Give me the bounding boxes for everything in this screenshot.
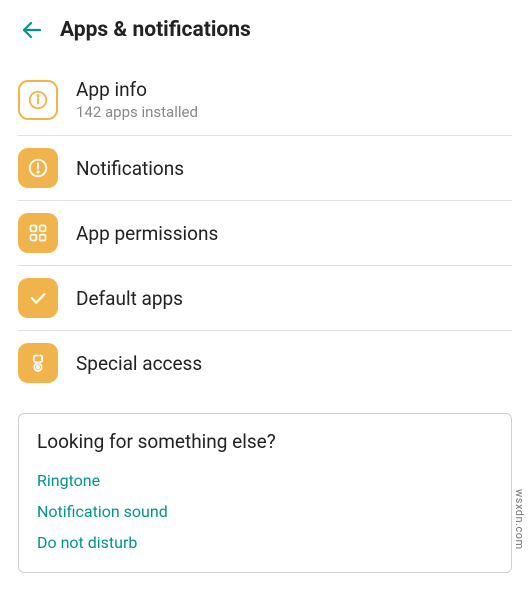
item-special-access[interactable]: Special access (0, 331, 530, 395)
item-subtitle: 142 apps installed (76, 103, 198, 121)
item-text: App info 142 apps installed (76, 78, 198, 121)
item-title: Notifications (76, 157, 184, 180)
hint-link-do-not-disturb[interactable]: Do not disturb (37, 527, 493, 558)
item-text: Notifications (76, 157, 184, 180)
item-title: App permissions (76, 222, 218, 245)
grid-icon (18, 213, 58, 253)
item-title: Special access (76, 352, 202, 375)
header: Apps & notifications (0, 0, 530, 62)
info-icon (18, 80, 58, 120)
alert-icon (18, 148, 58, 188)
item-text: Default apps (76, 287, 183, 310)
hint-title: Looking for something else? (37, 430, 493, 453)
item-app-permissions[interactable]: App permissions (0, 201, 530, 265)
hint-link-notification-sound[interactable]: Notification sound (37, 496, 493, 527)
back-button[interactable] (18, 16, 46, 44)
arrow-left-icon (20, 18, 44, 42)
item-notifications[interactable]: Notifications (0, 136, 530, 200)
item-text: App permissions (76, 222, 218, 245)
item-default-apps[interactable]: Default apps (0, 266, 530, 330)
item-text: Special access (76, 352, 202, 375)
hint-card: Looking for something else? Ringtone Not… (18, 413, 512, 573)
page-title: Apps & notifications (60, 18, 251, 42)
hint-link-ringtone[interactable]: Ringtone (37, 465, 493, 496)
settings-list: App info 142 apps installed Notification… (0, 62, 530, 395)
item-title: Default apps (76, 287, 183, 310)
item-title: App info (76, 78, 198, 101)
watermark: wsxdn.com (513, 489, 526, 550)
check-icon (18, 278, 58, 318)
special-icon (18, 343, 58, 383)
item-app-info[interactable]: App info 142 apps installed (0, 62, 530, 135)
